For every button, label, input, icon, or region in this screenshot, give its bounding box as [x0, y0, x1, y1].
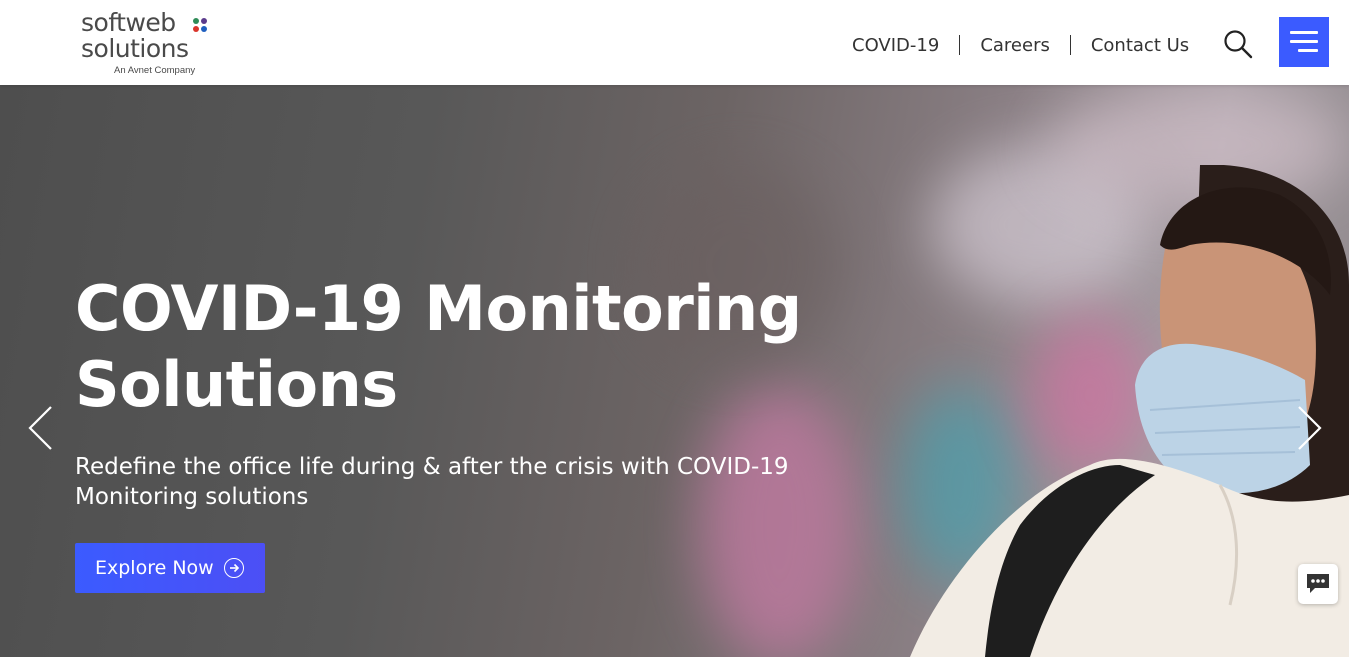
nav-link-contact-us[interactable]: Contact Us — [1091, 35, 1189, 56]
chevron-right-icon — [1298, 406, 1322, 450]
logo-text-line2: solutions — [81, 34, 189, 63]
hamburger-line — [1290, 40, 1318, 43]
hero-subtitle: Redefine the office life during & after … — [75, 454, 789, 510]
carousel-prev-button[interactable] — [27, 405, 53, 451]
hero-background-blur — [700, 385, 860, 657]
logo-tagline: An Avnet Company — [114, 65, 196, 76]
woman-with-mask-image — [910, 165, 1349, 657]
main-nav: COVID-19 Careers Contact Us — [852, 32, 1189, 58]
softweb-logo[interactable]: softweb solutions An Avnet Company — [81, 10, 221, 78]
nav-divider — [959, 35, 961, 55]
hamburger-line — [1298, 49, 1318, 52]
hero-banner: COVID-19 Monitoring Solutions Redefine t… — [0, 85, 1349, 657]
chat-bubble-icon — [1307, 574, 1329, 593]
carousel-next-button[interactable] — [1297, 405, 1323, 451]
hamburger-line — [1290, 31, 1318, 34]
search-icon[interactable] — [1222, 28, 1254, 60]
explore-now-button[interactable]: Explore Now — [75, 543, 265, 593]
explore-now-label: Explore Now — [95, 557, 214, 579]
hero-title: COVID-19 Monitoring Solutions — [75, 272, 802, 421]
arrow-right-circle-icon — [223, 558, 244, 578]
logo-dots-icon — [193, 18, 209, 34]
hamburger-menu-button[interactable] — [1279, 17, 1329, 67]
nav-divider — [1069, 35, 1071, 55]
site-header: softweb solutions An Avnet Company COVID… — [0, 0, 1349, 85]
chevron-left-icon — [28, 406, 52, 450]
chat-widget-button[interactable] — [1298, 564, 1338, 604]
nav-link-careers[interactable]: Careers — [980, 35, 1050, 56]
nav-link-covid19[interactable]: COVID-19 — [852, 35, 939, 56]
